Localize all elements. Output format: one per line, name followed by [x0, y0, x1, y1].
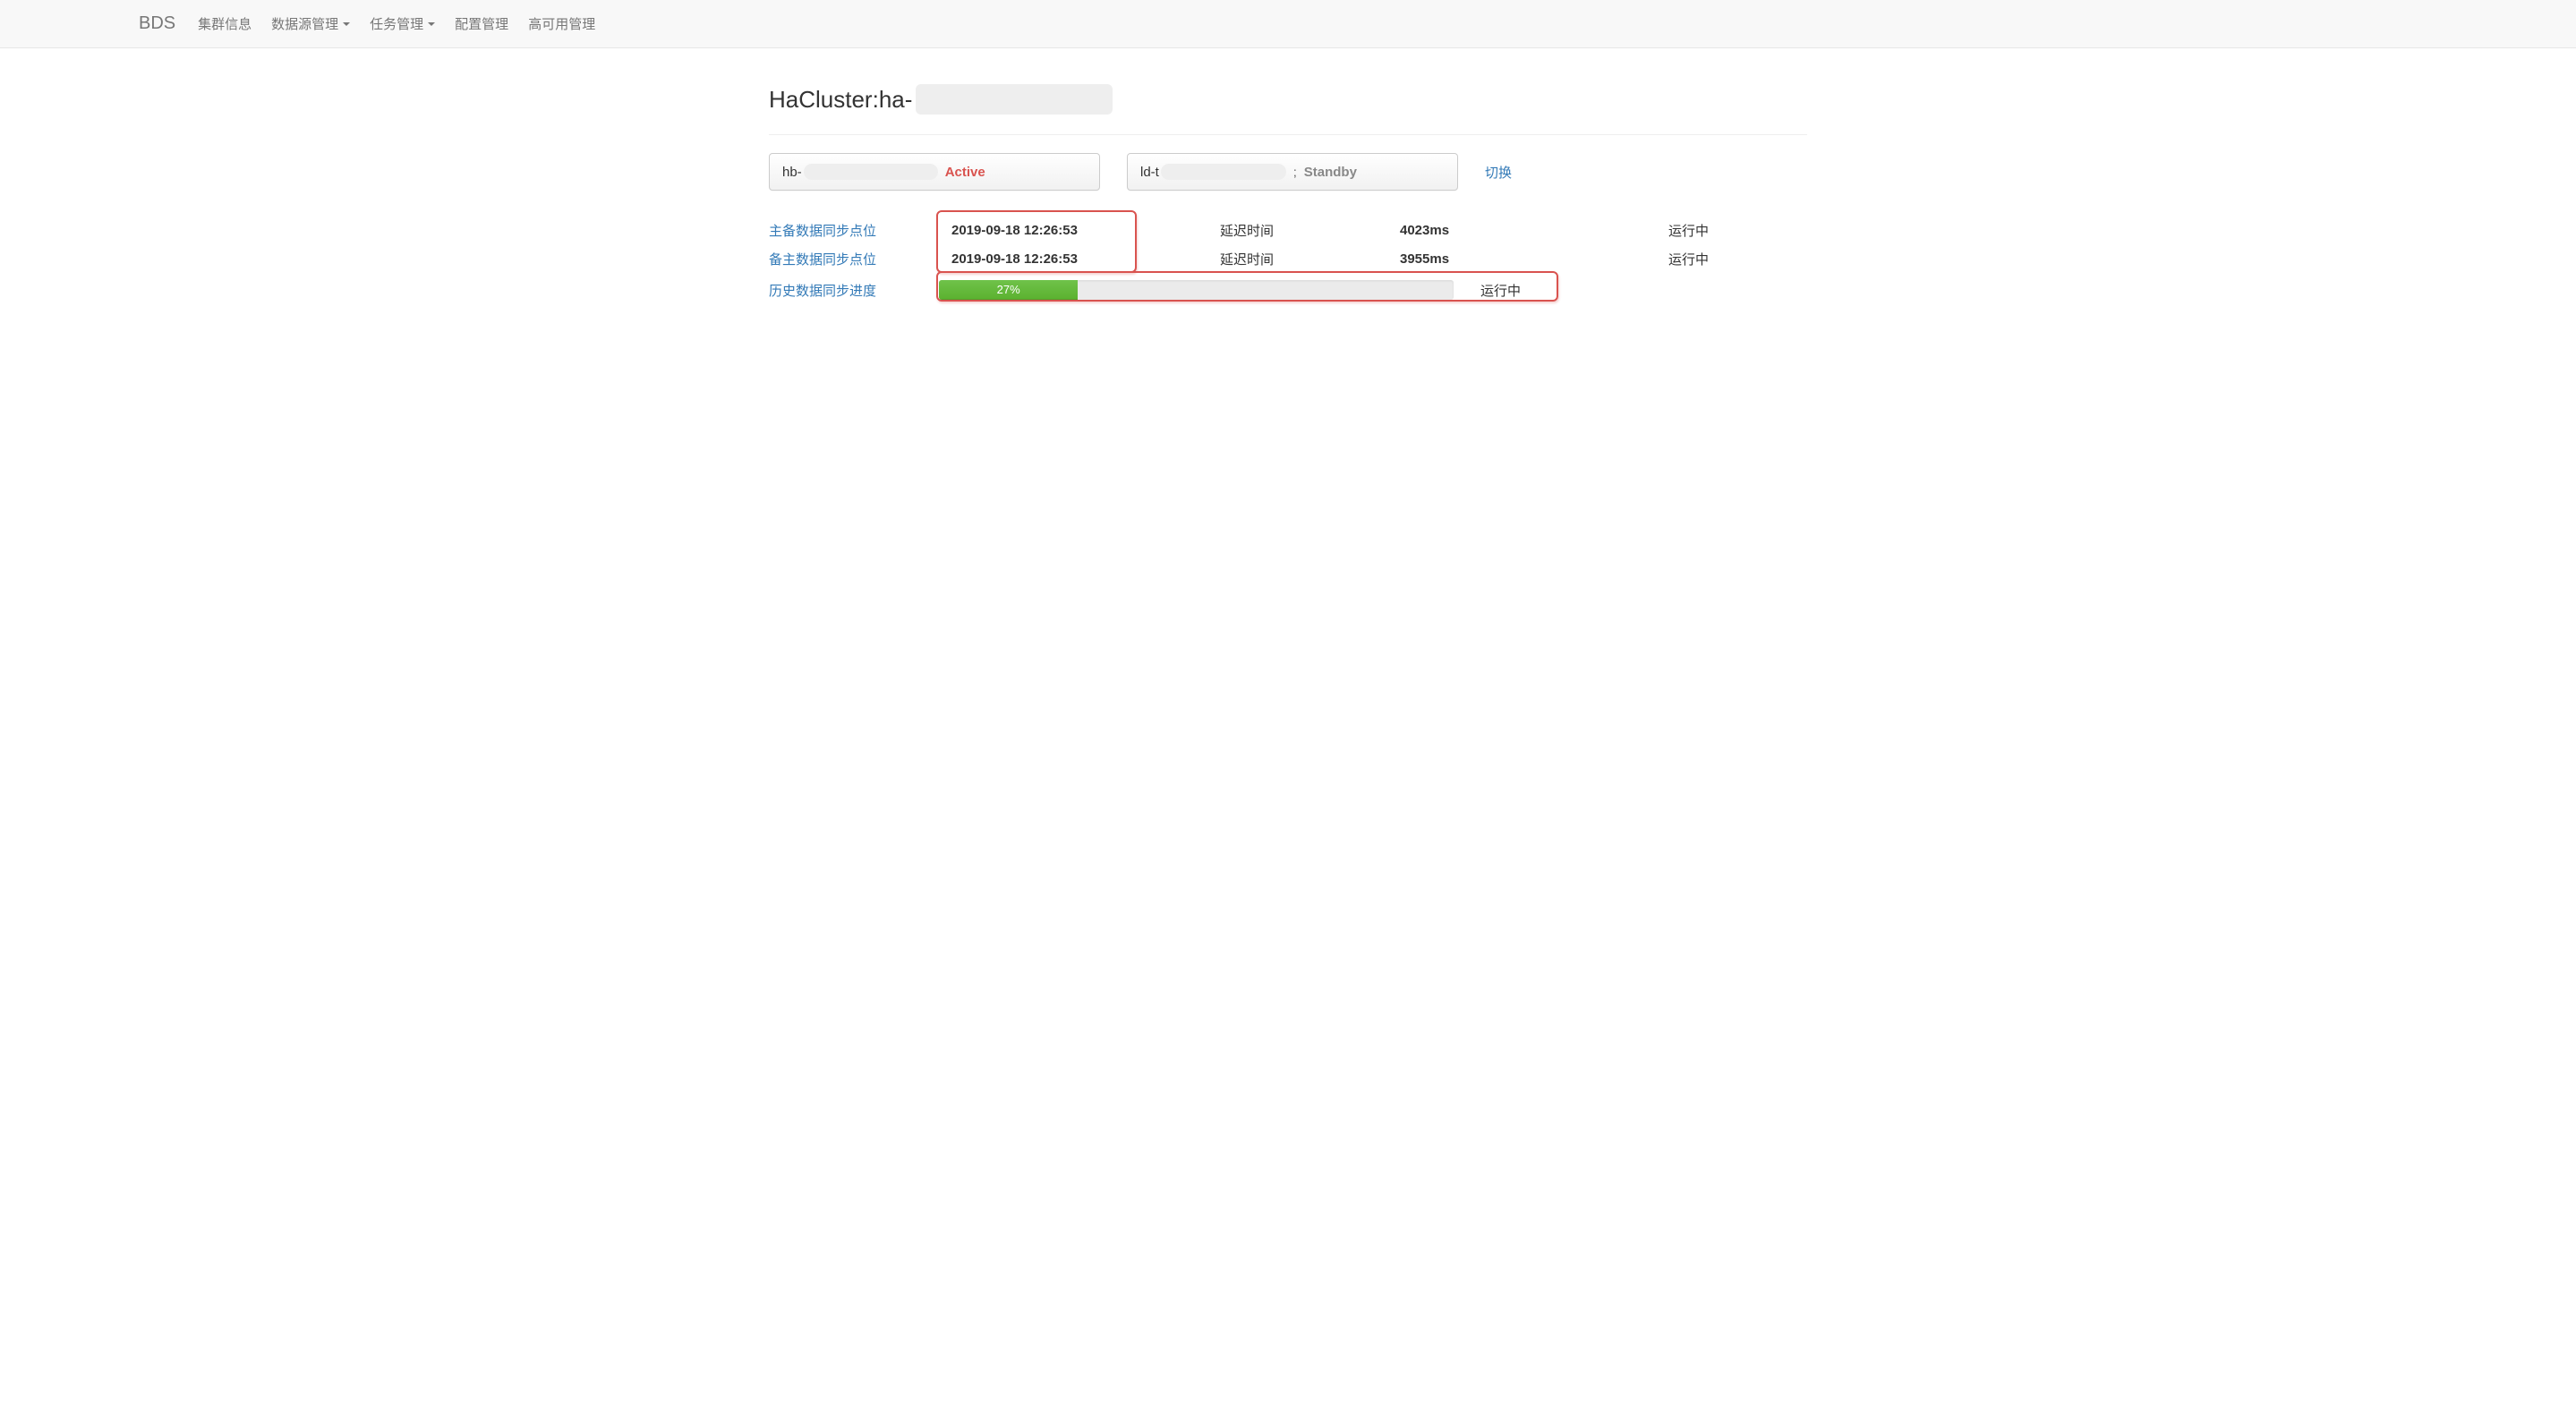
progress-status: 运行中 [1480, 281, 1521, 300]
nav-item-datasource[interactable]: 数据源管理 [271, 14, 350, 33]
switch-link[interactable]: 切换 [1485, 163, 1512, 182]
delay-value: 4023ms [1400, 223, 1668, 238]
sync-label: 主备数据同步点位 [769, 221, 939, 240]
nav-menu: 集群信息 数据源管理 任务管理 配置管理 高可用管理 [198, 14, 615, 33]
sync-row-primary-to-standby: 主备数据同步点位 2019-09-18 12:26:53 延迟时间 4023ms… [769, 216, 1807, 244]
progress-bar: 27% [939, 280, 1454, 300]
brand-logo[interactable]: BDS [139, 13, 175, 34]
progress-label: 历史数据同步进度 [769, 281, 939, 300]
page-title: HaCluster:ha- [769, 84, 1807, 115]
sync-label: 备主数据同步点位 [769, 250, 939, 268]
main-container: HaCluster:ha- hb- Active ld-t ; Standby … [760, 84, 1816, 306]
page-title-prefix: HaCluster:ha- [769, 86, 912, 114]
nav-item-label: 高可用管理 [528, 14, 595, 33]
chevron-down-icon [343, 22, 350, 26]
sync-timestamp: 2019-09-18 12:26:53 [939, 251, 1216, 267]
sync-row-standby-to-primary: 备主数据同步点位 2019-09-18 12:26:53 延迟时间 3955ms… [769, 244, 1807, 273]
semicolon: ; [1293, 165, 1297, 179]
sync-timestamp: 2019-09-18 12:26:53 [939, 223, 1216, 238]
nav-item-cluster-info[interactable]: 集群信息 [198, 14, 252, 33]
redacted-cluster-name [804, 164, 938, 180]
standby-status-badge: Standby [1304, 165, 1357, 180]
nav-item-label: 任务管理 [370, 14, 423, 33]
divider [769, 134, 1807, 135]
nav-item-ha[interactable]: 高可用管理 [528, 14, 595, 33]
redacted-cluster-id [916, 84, 1113, 115]
nav-item-task[interactable]: 任务管理 [370, 14, 435, 33]
chevron-down-icon [428, 22, 435, 26]
sync-section: 主备数据同步点位 2019-09-18 12:26:53 延迟时间 4023ms… [769, 216, 1807, 306]
active-cluster-box[interactable]: hb- Active [769, 153, 1100, 191]
progress-fill: 27% [939, 280, 1078, 300]
delay-value: 3955ms [1400, 251, 1668, 267]
nav-item-config[interactable]: 配置管理 [455, 14, 508, 33]
progress-wrap: 27% 运行中 [939, 280, 1557, 300]
history-sync-progress-row: 历史数据同步进度 27% 运行中 [769, 274, 1807, 306]
cluster-prefix: ld-t [1140, 165, 1159, 180]
cluster-selector-row: hb- Active ld-t ; Standby 切换 [769, 153, 1807, 191]
redacted-cluster-name [1161, 164, 1286, 180]
standby-cluster-box[interactable]: ld-t ; Standby [1127, 153, 1458, 191]
cluster-prefix: hb- [782, 165, 802, 180]
sync-status: 运行中 [1668, 250, 1709, 268]
nav-item-label: 数据源管理 [271, 14, 338, 33]
top-navbar: BDS 集群信息 数据源管理 任务管理 配置管理 高可用管理 [0, 0, 2576, 48]
delay-label: 延迟时间 [1216, 221, 1400, 240]
active-status-badge: Active [945, 165, 985, 180]
sync-table: 主备数据同步点位 2019-09-18 12:26:53 延迟时间 4023ms… [769, 216, 1807, 306]
delay-label: 延迟时间 [1216, 250, 1400, 268]
sync-status: 运行中 [1668, 221, 1709, 240]
nav-item-label: 集群信息 [198, 14, 252, 33]
nav-item-label: 配置管理 [455, 14, 508, 33]
